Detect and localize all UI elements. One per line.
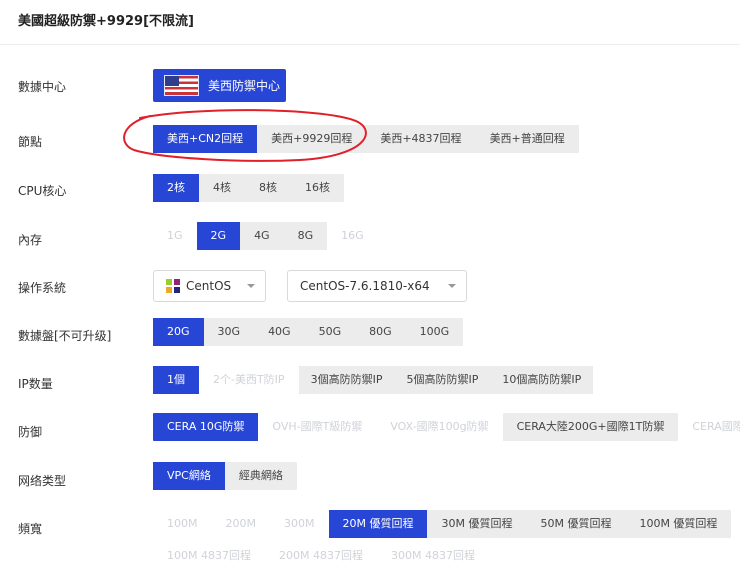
cpu-option-2[interactable]: 2核 bbox=[153, 174, 199, 202]
node-option-cn2[interactable]: 美西+CN2回程 bbox=[153, 125, 258, 153]
defense-label: 防御 bbox=[18, 425, 43, 439]
datacenter-label: 數據中心 bbox=[18, 80, 67, 94]
memory-option-1g: 1G bbox=[167, 229, 183, 242]
defense-option-cera-200g[interactable]: CERA大陸200G+國際1T防禦 bbox=[502, 413, 679, 441]
memory-option-4g[interactable]: 4G bbox=[240, 222, 284, 250]
disk-option-20g[interactable]: 20G bbox=[153, 318, 204, 346]
chevron-down-icon bbox=[448, 284, 456, 288]
ip-label: IP数量 bbox=[18, 377, 53, 391]
cpu-option-4[interactable]: 4核 bbox=[199, 174, 245, 202]
bandwidth-option-100m: 100M bbox=[167, 517, 198, 530]
defense-option-ovh: OVH-國際T級防禦 bbox=[272, 420, 363, 433]
memory-option-2g[interactable]: 2G bbox=[196, 222, 241, 250]
os-select[interactable]: CentOS bbox=[153, 270, 266, 302]
os-version-value: CentOS-7.6.1810-x64 bbox=[300, 279, 430, 293]
os-label: 操作系統 bbox=[18, 281, 67, 295]
datacenter-option-us-west[interactable]: 美西防禦中心 bbox=[153, 69, 286, 102]
node-option-normal[interactable]: 美西+普通回程 bbox=[476, 125, 579, 153]
datacenter-option-label: 美西防禦中心 bbox=[208, 79, 281, 93]
defense-option-vox: VOX-國際100g防禦 bbox=[390, 420, 489, 433]
defense-option-cera-10g[interactable]: CERA 10G防禦 bbox=[153, 413, 259, 441]
node-options: 美西+CN2回程 美西+9929回程 美西+4837回程 美西+普通回程 bbox=[153, 125, 579, 153]
os-version-select[interactable]: CentOS-7.6.1810-x64 bbox=[287, 270, 467, 302]
defense-option-cera-1t: CERA國際1T bbox=[692, 420, 740, 433]
disk-option-100g[interactable]: 100G bbox=[406, 318, 464, 346]
bandwidth-option-20m-premium[interactable]: 20M 優質回程 bbox=[328, 510, 428, 538]
chevron-down-icon bbox=[247, 284, 255, 288]
bandwidth-options-row2: 100M 4837回程 200M 4837回程 300M 4837回程 bbox=[153, 542, 489, 570]
ip-option-2: 2个-美西T防IP bbox=[213, 373, 285, 386]
disk-option-40g[interactable]: 40G bbox=[254, 318, 305, 346]
ip-option-5[interactable]: 5個高防防禦IP bbox=[394, 366, 491, 394]
ip-option-10[interactable]: 10個高防防禦IP bbox=[490, 366, 594, 394]
os-select-value: CentOS bbox=[186, 279, 232, 293]
network-label: 网络类型 bbox=[18, 474, 67, 488]
network-options: VPC網絡 經典網絡 bbox=[153, 462, 297, 490]
node-option-9929[interactable]: 美西+9929回程 bbox=[257, 125, 366, 153]
memory-option-8g[interactable]: 8G bbox=[283, 222, 328, 250]
bandwidth-option-300m: 300M bbox=[284, 517, 315, 530]
network-option-vpc[interactable]: VPC網絡 bbox=[153, 462, 225, 490]
memory-label: 內存 bbox=[18, 233, 43, 247]
disk-options: 20G 30G 40G 50G 80G 100G bbox=[153, 318, 464, 346]
header: 美國超級防禦+9929[不限流] bbox=[0, 0, 740, 45]
disk-option-50g[interactable]: 50G bbox=[305, 318, 356, 346]
disk-label: 數據盤[不可升级] bbox=[18, 329, 112, 343]
node-label: 節點 bbox=[18, 135, 43, 149]
bandwidth-option-100m-4837: 100M 4837回程 bbox=[167, 549, 251, 562]
memory-option-16g: 16G bbox=[341, 229, 364, 242]
disk-option-30g[interactable]: 30G bbox=[204, 318, 255, 346]
cpu-option-8[interactable]: 8核 bbox=[245, 174, 291, 202]
cpu-label: CPU核心 bbox=[18, 184, 67, 198]
bandwidth-option-30m-premium[interactable]: 30M 優質回程 bbox=[427, 510, 527, 538]
defense-options: CERA 10G防禦 OVH-國際T級防禦 VOX-國際100g防禦 CERA大… bbox=[153, 413, 740, 441]
bandwidth-option-200m-4837: 200M 4837回程 bbox=[278, 549, 363, 562]
centos-icon bbox=[166, 279, 180, 293]
network-option-classic[interactable]: 經典網絡 bbox=[225, 462, 297, 490]
bandwidth-option-100m-premium[interactable]: 100M 優質回程 bbox=[625, 510, 732, 538]
cpu-options: 2核 4核 8核 16核 bbox=[153, 174, 344, 202]
ip-option-1[interactable]: 1個 bbox=[153, 366, 199, 394]
memory-options: 1G 2G 4G 8G 16G bbox=[153, 222, 378, 250]
bandwidth-options-row1: 100M 200M 300M 20M 優質回程 30M 優質回程 50M 優質回… bbox=[153, 510, 732, 538]
page-title: 美國超級防禦+9929[不限流] bbox=[18, 14, 194, 29]
disk-option-80g[interactable]: 80G bbox=[355, 318, 406, 346]
bandwidth-label: 頻寬 bbox=[18, 522, 43, 536]
bandwidth-option-200m: 200M bbox=[225, 517, 257, 530]
ip-option-3[interactable]: 3個高防防禦IP bbox=[298, 366, 395, 394]
us-flag-icon bbox=[164, 75, 199, 96]
ip-options: 1個 2个-美西T防IP 3個高防防禦IP 5個高防防禦IP 10個高防防禦IP bbox=[153, 366, 594, 394]
bandwidth-option-50m-premium[interactable]: 50M 優質回程 bbox=[526, 510, 626, 538]
node-option-4837[interactable]: 美西+4837回程 bbox=[366, 125, 475, 153]
cpu-option-16[interactable]: 16核 bbox=[291, 174, 344, 202]
bandwidth-option-300m-4837: 300M 4837回程 bbox=[390, 549, 475, 562]
